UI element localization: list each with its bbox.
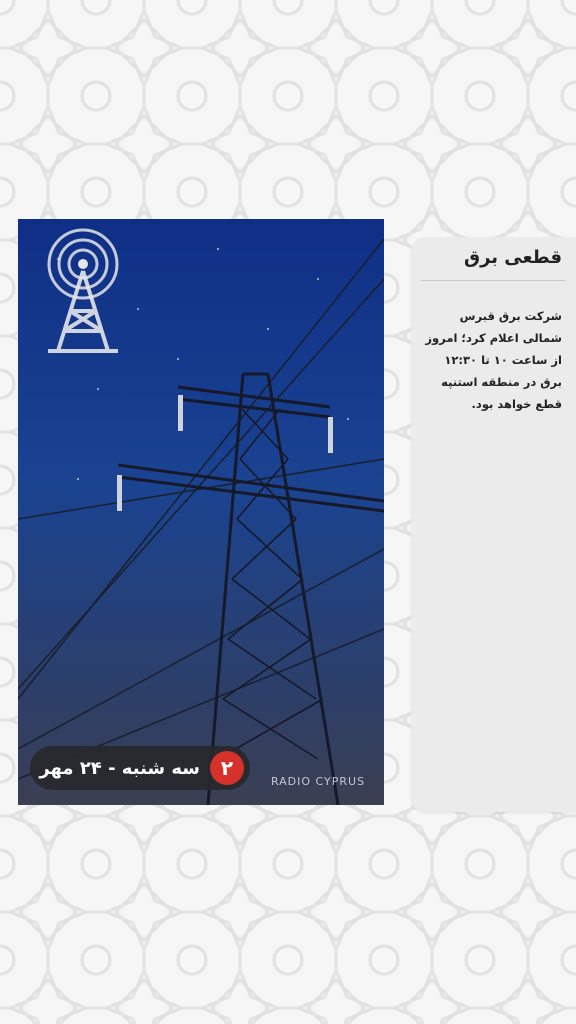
news-photo: RADIO CYPRUS سه شنبه - ۲۴ مهر ۲ xyxy=(18,219,384,805)
story-number-badge: ۲ xyxy=(210,751,244,785)
date-label: سه شنبه - ۲۴ مهر xyxy=(39,757,200,779)
logo-text: RADIO CYPRUS xyxy=(270,775,366,788)
story-body: شرکت برق قبرس شمالی اعلام کرد؛ امروز از … xyxy=(425,309,562,411)
radio-tower-icon xyxy=(47,228,119,353)
date-pill: سه شنبه - ۲۴ مهر ۲ xyxy=(30,746,250,790)
story-title: قطعی برق xyxy=(463,247,562,268)
title-divider xyxy=(421,280,566,281)
story-text-card: قطعی برق شرکت برق قبرس شمالی اعلام کرد؛ … xyxy=(411,237,576,812)
